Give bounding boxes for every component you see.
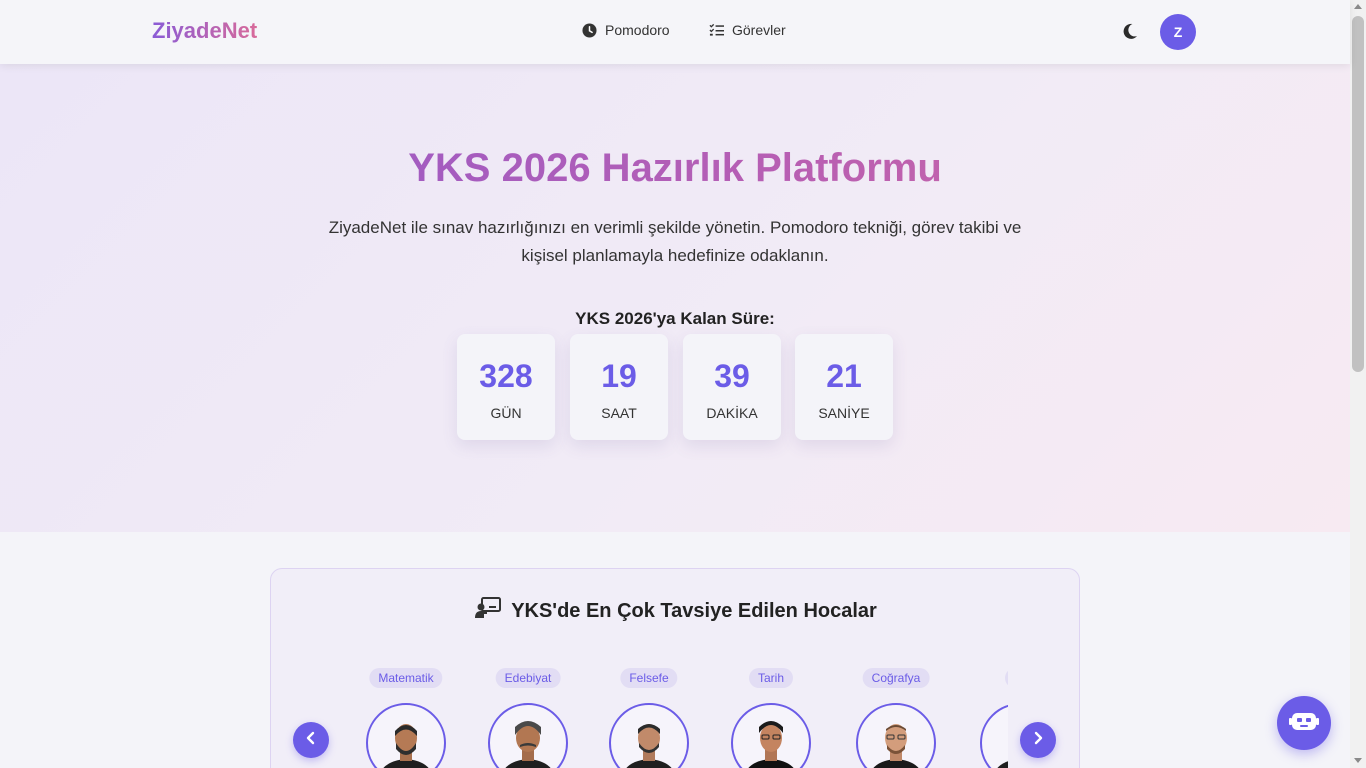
teachers-title-text: YKS'de En Çok Tavsiye Edilen Hocalar (511, 599, 877, 622)
task-list-icon (709, 23, 724, 37)
scroll-up-arrow-icon[interactable] (1354, 4, 1362, 9)
teachers-title: YKS'de En Çok Tavsiye Edilen Hocalar (271, 597, 1079, 625)
chevron-left-icon (304, 731, 318, 750)
countdown-unit: GÜN (490, 405, 522, 421)
countdown-value: 328 (479, 358, 533, 394)
user-avatar[interactable]: Z (1160, 14, 1196, 50)
teacher-photo (856, 703, 936, 768)
countdown-value: 39 (714, 358, 750, 394)
robot-icon (1289, 709, 1319, 738)
subject-badge: Coğrafya (862, 668, 930, 688)
nav-link-pomodoro[interactable]: Pomodoro (582, 22, 670, 38)
countdown-unit: DAKİKA (706, 405, 758, 421)
chevron-right-icon (1031, 731, 1045, 750)
countdown-unit: SANİYE (818, 405, 870, 421)
countdown-value: 21 (826, 358, 862, 394)
brand-logo[interactable]: ZiyadeNet (152, 18, 257, 44)
nav-link-label: Pomodoro (605, 22, 670, 38)
countdown-minutes: 39 DAKİKA (683, 334, 781, 440)
hero-subtitle: ZiyadeNet ile sınav hazırlığınızı en ver… (328, 218, 1022, 265)
chalkboard-teacher-icon (475, 597, 502, 625)
countdown-days: 328 GÜN (457, 334, 555, 440)
teacher-photo (366, 703, 446, 768)
scrollbar-thumb[interactable] (1352, 16, 1364, 372)
countdown-value: 19 (601, 358, 637, 394)
nav-link-label: Görevler (732, 22, 786, 38)
teacher-photo (731, 703, 811, 768)
subject-badge: Tarih (748, 668, 794, 688)
nav-link-gorevler[interactable]: Görevler (709, 22, 786, 38)
countdown-unit: SAAT (601, 405, 637, 421)
scroll-down-arrow-icon[interactable] (1354, 758, 1362, 763)
subject-badge: Matematik (369, 668, 443, 688)
subject-badge: Felsefe (620, 668, 678, 688)
countdown-hours: 19 SAAT (570, 334, 668, 440)
countdown-seconds: 21 SANİYE (795, 334, 893, 440)
hero-section (0, 64, 1350, 532)
hero-title: YKS 2026 Hazırlık Platformu (0, 146, 1350, 191)
chatbot-button[interactable] (1277, 696, 1331, 750)
clock-icon (582, 22, 597, 38)
teacher-photo (980, 703, 1008, 768)
teachers-card: YKS'de En Çok Tavsiye Edilen Hocalar Mat… (270, 568, 1080, 768)
carousel-prev-button[interactable] (293, 722, 329, 758)
top-navbar: ZiyadeNet Pomodoro Görevler Z (0, 0, 1350, 64)
carousel-next-button[interactable] (1020, 722, 1056, 758)
teacher-photo (488, 703, 568, 768)
subject-badge: Edebiyat (495, 668, 561, 688)
teachers-carousel: Matematik Edebiyat Felsefe Tarih Coğrafy… (356, 659, 1008, 768)
teacher-photo (609, 703, 689, 768)
countdown-label: YKS 2026'ya Kalan Süre: (575, 309, 775, 328)
moon-icon[interactable] (1120, 21, 1140, 46)
subject-badge (1005, 668, 1008, 688)
